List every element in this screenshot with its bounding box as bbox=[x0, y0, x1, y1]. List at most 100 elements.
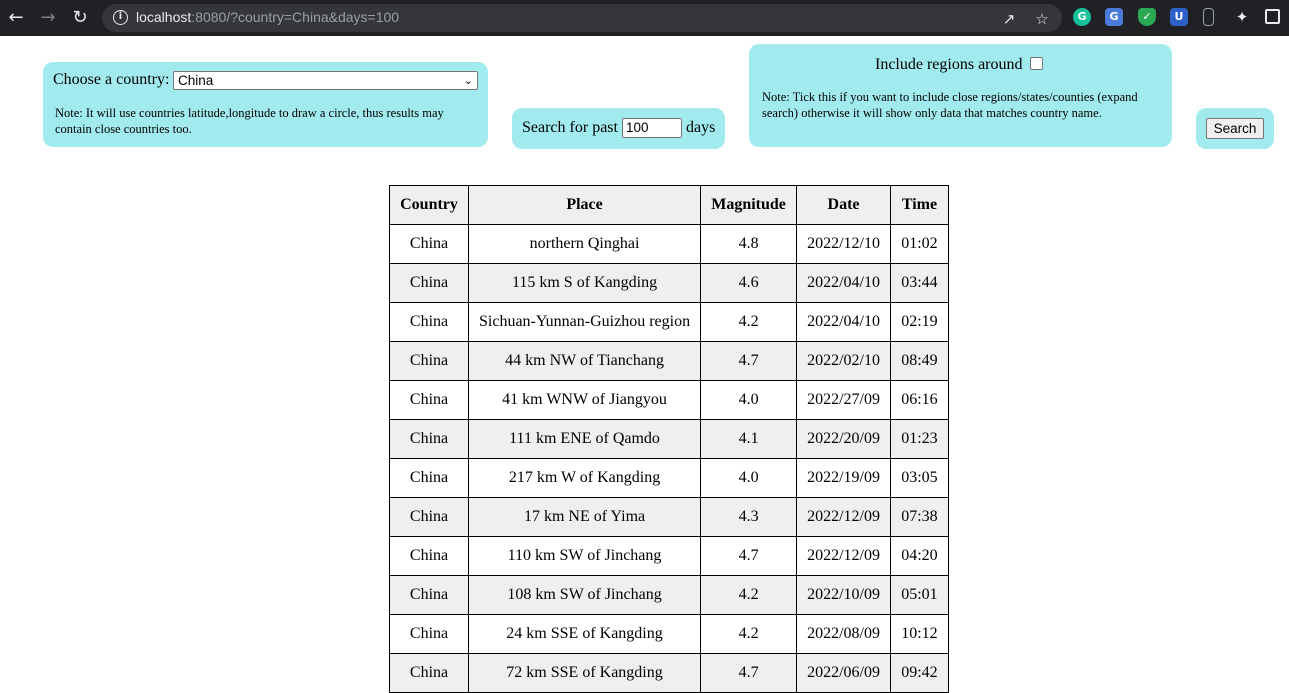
cell-date: 2022/12/09 bbox=[796, 536, 891, 576]
cell-country: China bbox=[389, 575, 469, 615]
include-regions-checkbox[interactable] bbox=[1030, 57, 1043, 70]
cell-time: 02:19 bbox=[889, 302, 949, 342]
cell-time: 01:23 bbox=[889, 419, 949, 459]
address-bar[interactable]: i localhost:8080/?country=China&days=100… bbox=[102, 4, 1062, 32]
cell-time: 03:05 bbox=[889, 458, 949, 498]
reload-icon[interactable]: ↻ bbox=[68, 6, 92, 30]
cell-magnitude: 4.2 bbox=[700, 302, 798, 342]
header-country: Country bbox=[389, 185, 469, 225]
cell-country: China bbox=[389, 614, 469, 654]
phone-icon[interactable] bbox=[1203, 8, 1214, 26]
cell-date: 2022/02/10 bbox=[796, 341, 891, 381]
cell-time: 04:20 bbox=[889, 536, 949, 576]
cell-date: 2022/08/09 bbox=[796, 614, 891, 654]
cell-country: China bbox=[389, 263, 469, 303]
search-panel: Search bbox=[1196, 108, 1274, 149]
cell-date: 2022/12/09 bbox=[796, 497, 891, 537]
forward-icon[interactable]: → bbox=[36, 6, 60, 30]
header-time: Time bbox=[889, 185, 949, 225]
grammarly-icon[interactable]: G bbox=[1073, 8, 1091, 26]
cell-country: China bbox=[389, 458, 469, 498]
cell-country: China bbox=[389, 302, 469, 342]
table-row: China 111 km ENE of Qamdo 4.1 2022/20/09 01:… bbox=[389, 419, 949, 459]
star-icon[interactable]: ☆ bbox=[1032, 9, 1052, 29]
cell-date: 2022/04/10 bbox=[796, 302, 891, 342]
cell-magnitude: 4.7 bbox=[700, 341, 798, 381]
url-text[interactable]: localhost:8080/?country=China&days=100 bbox=[136, 9, 399, 25]
cell-time: 09:42 bbox=[889, 653, 949, 693]
cell-place: 217 km W of Kangding bbox=[467, 458, 702, 498]
country-select[interactable]: China ⌄ bbox=[173, 71, 478, 90]
info-icon[interactable]: i bbox=[113, 10, 128, 25]
cell-place: 44 km NW of Tianchang bbox=[467, 341, 702, 381]
cell-place: 17 km NE of Yima bbox=[467, 497, 702, 537]
header-date: Date bbox=[796, 185, 891, 225]
cell-place: 24 km SSE of Kangding bbox=[467, 614, 702, 654]
table-row: China 44 km NW of Tianchang 4.7 2022/02/10 0… bbox=[389, 341, 949, 381]
cell-place: 111 km ENE of Qamdo bbox=[467, 419, 702, 459]
cell-magnitude: 4.6 bbox=[700, 263, 798, 303]
cell-date: 2022/27/09 bbox=[796, 380, 891, 420]
puzzle-icon[interactable]: ✦ bbox=[1232, 7, 1252, 27]
cell-magnitude: 4.7 bbox=[700, 536, 798, 576]
country-panel: Choose a country: China ⌄ Note: It will … bbox=[43, 62, 488, 147]
header-place: Place bbox=[467, 185, 702, 225]
cell-place: 115 km S of Kangding bbox=[467, 263, 702, 303]
cell-place: 108 km SW of Jinchang bbox=[467, 575, 702, 615]
cell-time: 10:12 bbox=[889, 614, 949, 654]
cell-country: China bbox=[389, 419, 469, 459]
table-header-row: Country Place Magnitude Date Time bbox=[389, 185, 949, 225]
include-regions-panel: Include regions around Note: Tick this i… bbox=[749, 44, 1172, 147]
browser-toolbar: ← → ↻ i localhost:8080/?country=China&da… bbox=[0, 0, 1289, 36]
cell-time: 01:02 bbox=[889, 224, 949, 264]
bitwarden-icon[interactable]: U bbox=[1170, 8, 1188, 26]
cell-country: China bbox=[389, 341, 469, 381]
cell-place: 72 km SSE of Kangding bbox=[467, 653, 702, 693]
cell-country: China bbox=[389, 224, 469, 264]
url-path: :8080/?country=China&days=100 bbox=[191, 9, 400, 25]
cell-place: northern Qinghai bbox=[467, 224, 702, 264]
include-regions-label: Include regions around bbox=[875, 56, 1023, 73]
search-button[interactable]: Search bbox=[1206, 118, 1264, 139]
table-row: China 110 km SW of Jinchang 4.7 2022/12/09 0… bbox=[389, 536, 949, 576]
country-selected-value: China bbox=[178, 73, 214, 88]
days-suffix-label: days bbox=[686, 119, 716, 136]
cell-magnitude: 4.7 bbox=[700, 653, 798, 693]
cell-magnitude: 4.3 bbox=[700, 497, 798, 537]
table-row: China 108 km SW of Jinchang 4.2 2022/10/09 0… bbox=[389, 575, 949, 615]
cell-magnitude: 4.2 bbox=[700, 575, 798, 615]
cell-magnitude: 4.0 bbox=[700, 380, 798, 420]
cell-date: 2022/19/09 bbox=[796, 458, 891, 498]
header-magnitude: Magnitude bbox=[700, 185, 798, 225]
back-icon[interactable]: ← bbox=[4, 6, 28, 30]
cell-date: 2022/20/09 bbox=[796, 419, 891, 459]
table-row: China 24 km SSE of Kangding 4.2 2022/08/09 1… bbox=[389, 614, 949, 654]
days-panel: Search for past 100 days bbox=[512, 108, 725, 149]
chevron-down-icon: ⌄ bbox=[463, 74, 473, 87]
include-regions-note: Note: Tick this if you want to include c… bbox=[762, 90, 1138, 120]
cell-date: 2022/10/09 bbox=[796, 575, 891, 615]
days-input[interactable]: 100 bbox=[622, 118, 682, 138]
cell-country: China bbox=[389, 536, 469, 576]
table-row: China 72 km SSE of Kangding 4.7 2022/06/09 0… bbox=[389, 653, 949, 693]
days-prefix-label: Search for past bbox=[522, 119, 618, 136]
cell-country: China bbox=[389, 497, 469, 537]
cell-time: 06:16 bbox=[889, 380, 949, 420]
cell-magnitude: 4.1 bbox=[700, 419, 798, 459]
cell-time: 07:38 bbox=[889, 497, 949, 537]
earthquake-table: Country Place Magnitude Date Time China n… bbox=[389, 185, 949, 693]
shield-icon[interactable]: ✓ bbox=[1138, 8, 1156, 26]
table-row: China 115 km S of Kangding 4.6 2022/04/10 03… bbox=[389, 263, 949, 303]
cell-magnitude: 4.8 bbox=[700, 224, 798, 264]
translate-icon[interactable]: G bbox=[1105, 8, 1123, 26]
sidepanel-icon[interactable] bbox=[1265, 9, 1280, 24]
table-row: China 41 km WNW of Jiangyou 4.0 2022/27/09 0… bbox=[389, 380, 949, 420]
cell-date: 2022/04/10 bbox=[796, 263, 891, 303]
cell-time: 03:44 bbox=[889, 263, 949, 303]
share-icon[interactable]: ↗ bbox=[999, 9, 1019, 29]
cell-date: 2022/06/09 bbox=[796, 653, 891, 693]
table-row: China northern Qinghai 4.8 2022/12/10 01:02 bbox=[389, 224, 949, 264]
cell-country: China bbox=[389, 653, 469, 693]
table-body: China northern Qinghai 4.8 2022/12/10 01:02 C… bbox=[389, 224, 949, 693]
cell-time: 08:49 bbox=[889, 341, 949, 381]
